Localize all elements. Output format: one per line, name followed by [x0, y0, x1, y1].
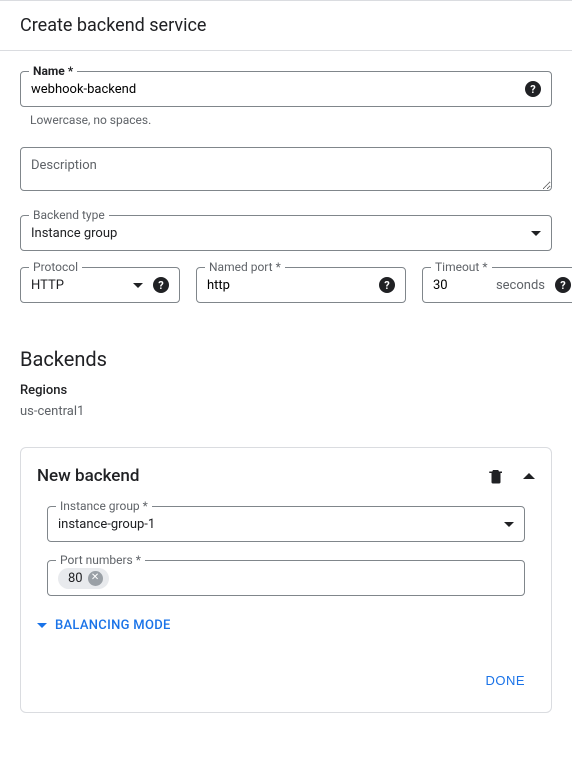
- name-input-box[interactable]: ?: [20, 71, 552, 107]
- name-helper: Lowercase, no spaces.: [30, 113, 552, 127]
- timeout-input[interactable]: [433, 278, 457, 293]
- name-field: Name * ? Lowercase, no spaces.: [20, 71, 552, 127]
- balancing-mode-toggle[interactable]: BALANCING MODE: [37, 618, 535, 633]
- timeout-unit: seconds: [461, 278, 545, 293]
- new-backend-card: New backend Instance group * instance-gr…: [20, 447, 552, 713]
- chevron-down-icon: [531, 231, 541, 236]
- backend-type-label: Backend type: [29, 208, 109, 222]
- instance-group-label: Instance group *: [56, 499, 152, 513]
- balancing-mode-label: BALANCING MODE: [55, 618, 171, 633]
- new-backend-title: New backend: [37, 466, 487, 486]
- backend-type-field: Backend type Instance group: [20, 215, 552, 251]
- timeout-label: Timeout *: [431, 260, 492, 274]
- page-title: Create backend service: [0, 0, 572, 51]
- help-icon[interactable]: ?: [153, 277, 169, 293]
- help-icon[interactable]: ?: [379, 277, 395, 293]
- regions-label: Regions: [20, 383, 552, 398]
- done-button[interactable]: DONE: [475, 667, 535, 694]
- instance-group-value: instance-group-1: [58, 517, 498, 532]
- protocol-label: Protocol: [29, 260, 82, 274]
- chevron-down-icon: [504, 522, 514, 527]
- help-icon[interactable]: ?: [555, 277, 571, 293]
- named-port-label: Named port *: [205, 260, 285, 274]
- chip-remove-icon[interactable]: ✕: [88, 571, 103, 586]
- protocol-value: HTTP: [31, 278, 127, 293]
- named-port-input[interactable]: [207, 278, 373, 293]
- name-input[interactable]: [31, 82, 519, 97]
- description-field: [20, 147, 552, 195]
- protocol-field: Protocol HTTP ?: [20, 267, 180, 303]
- regions-value: us-central1: [20, 404, 552, 419]
- trash-icon[interactable]: [487, 467, 505, 485]
- chevron-up-icon[interactable]: [523, 473, 535, 479]
- chevron-down-icon: [37, 623, 47, 628]
- name-label: Name *: [29, 64, 77, 78]
- instance-group-field: Instance group * instance-group-1: [47, 506, 525, 542]
- backends-heading: Backends: [20, 347, 552, 371]
- description-input[interactable]: [20, 147, 552, 191]
- help-icon[interactable]: ?: [525, 81, 541, 97]
- chevron-down-icon: [133, 283, 143, 288]
- port-chip-value: 80: [68, 571, 83, 586]
- port-numbers-label: Port numbers *: [56, 553, 145, 567]
- port-chip: 80 ✕: [58, 568, 109, 589]
- backend-type-value: Instance group: [31, 226, 525, 241]
- port-numbers-input[interactable]: [115, 571, 514, 586]
- page-title-text: Create backend service: [20, 15, 206, 36]
- timeout-field: Timeout * seconds ?: [422, 267, 572, 303]
- port-numbers-field: Port numbers * 80 ✕: [47, 560, 525, 596]
- named-port-field: Named port * ?: [196, 267, 406, 303]
